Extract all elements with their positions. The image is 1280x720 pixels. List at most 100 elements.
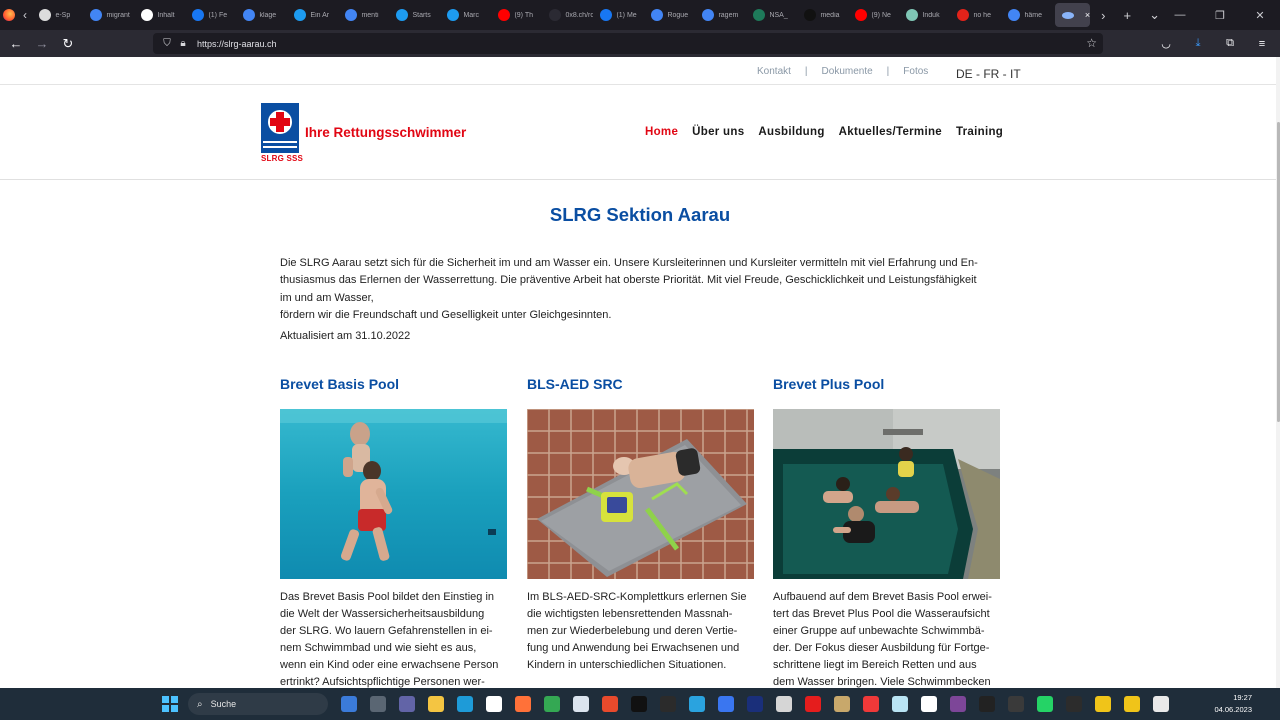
tab[interactable]: klage [236,0,287,30]
libs-icon[interactable] [827,688,856,720]
signal-icon[interactable] [711,688,740,720]
tab[interactable]: media [797,0,848,30]
card-description: Aufbauend auf dem Brevet Basis Pool erwe… [773,589,1000,688]
nav-home[interactable]: Home [645,126,678,138]
firefox-menu-icon[interactable] [0,0,18,30]
link-kontakt[interactable]: Kontakt [757,66,791,77]
app-blue-icon[interactable] [740,688,769,720]
tab-favicon [141,9,154,21]
tab[interactable]: 0x8.ch/roll [542,0,593,30]
edge-icon[interactable] [450,688,479,720]
tab[interactable]: NSA_ [746,0,797,30]
tab[interactable]: (9) Th [491,0,542,30]
tab[interactable]: Marc [440,0,491,30]
tab[interactable]: (1) Fe [185,0,236,30]
messenger-icon[interactable] [566,688,595,720]
card-title[interactable]: Brevet Plus Pool [773,376,1000,392]
explorer-icon[interactable] [421,688,450,720]
bookmark-star-icon[interactable]: ☆ [1086,36,1097,50]
link-fotos[interactable]: Fotos [903,66,928,77]
underwater-swimmers-photo[interactable] [280,409,507,579]
live-icon[interactable] [653,688,682,720]
back-icon[interactable]: ← [4,32,28,56]
tab-scroll-left-icon[interactable]: ‹ [18,8,33,22]
minimize-icon[interactable]: — [1160,0,1200,30]
tab[interactable]: migrant [83,0,134,30]
vivaldi-icon[interactable] [856,688,885,720]
forward-icon[interactable]: → [30,32,54,56]
tab[interactable]: Inhalt [134,0,185,30]
tab-list-button[interactable]: ⌄ [1149,7,1160,23]
nav-ueber-uns[interactable]: Über uns [692,126,744,138]
app-red-icon[interactable] [595,688,624,720]
app-cloud-icon[interactable] [885,688,914,720]
lock-icon[interactable]: 🔒︎ [175,38,191,49]
tab-title: (1) Fe [208,11,228,19]
tab-scroll-right-icon[interactable]: › [1101,8,1105,23]
shield-icon[interactable]: ⛉ [159,38,175,49]
site-logo[interactable]: SLRG SSS Ihre Rettungsschwimmer [261,103,466,163]
taskbar-search[interactable]: ⌕ Suche [188,693,328,715]
app-w-icon[interactable] [972,688,1001,720]
nav-aktuelles-termine[interactable]: Aktuelles/Termine [839,126,942,138]
app-yellow-2-icon[interactable] [1117,688,1146,720]
tab[interactable]: e-Sp [32,0,83,30]
close-window-icon[interactable]: ✕ [1240,0,1280,30]
telegram-icon[interactable] [682,688,711,720]
tab-title: häme [1024,11,1042,19]
pool-rescue-photo[interactable] [773,409,1000,579]
reload-icon[interactable]: ↻ [56,32,80,56]
app-white-icon[interactable] [769,688,798,720]
terminal-icon[interactable] [1059,688,1088,720]
tab-close-icon[interactable]: × [1085,10,1090,20]
copilot-icon[interactable] [334,688,363,720]
url-text[interactable]: https://slrg-aarau.ch [197,39,277,49]
intro-text: Die SLRG Aarau setzt sich für die Sicher… [280,255,1000,324]
nav-ausbildung[interactable]: Ausbildung [758,126,824,138]
tab[interactable]: (1) Me [593,0,644,30]
card-line: wenn ein Kind oder eine erwachsene Perso… [280,659,499,671]
language-switcher[interactable]: DE - FR - IT [956,67,1021,81]
extensions-icon[interactable]: ⧉ [1218,32,1242,56]
tab[interactable]: (9) Ne [848,0,899,30]
tab[interactable]: Ein Ar [287,0,338,30]
app-shield-icon[interactable] [1001,688,1030,720]
new-tab-button[interactable]: + [1124,8,1132,23]
card-title[interactable]: BLS-AED SRC [527,376,754,392]
firefox-icon[interactable] [508,688,537,720]
tab[interactable]: Induk [899,0,950,30]
tab[interactable]: menti [338,0,389,30]
app-dark-icon[interactable] [624,688,653,720]
tor-icon[interactable] [943,688,972,720]
tab[interactable]: ragem [695,0,746,30]
app-yellow-1-icon[interactable] [1088,688,1117,720]
separator: | [886,66,890,77]
whatsapp-icon[interactable] [1030,688,1059,720]
tab-active[interactable]: Ho × [1055,3,1091,27]
restore-icon[interactable]: ❐ [1200,0,1240,30]
pocket-icon[interactable]: ◡ [1154,32,1178,56]
card-brevet-plus-pool: Brevet Plus Pool Aufbauend auf dem Breve… [773,376,1000,688]
store-icon[interactable] [479,688,508,720]
app-k-icon[interactable] [914,688,943,720]
tab[interactable]: häme [1001,0,1052,30]
notepad-icon[interactable] [1146,688,1175,720]
link-dokumente[interactable]: Dokumente [822,66,873,77]
task-view-icon[interactable] [363,688,392,720]
system-clock[interactable]: 19:27 04.06.2023 [1214,692,1252,716]
chrome-icon[interactable] [537,688,566,720]
app-tile-icon[interactable] [798,688,827,720]
downloads-icon[interactable]: ⤓ [1186,32,1210,56]
start-button-icon[interactable] [162,696,178,712]
page-scrollbar[interactable] [1276,57,1280,688]
tab[interactable]: Rogue [644,0,695,30]
tab[interactable]: no he [950,0,1001,30]
url-bar[interactable]: ⛉ 🔒︎ https://slrg-aarau.ch ☆ [153,33,1103,54]
cpr-training-photo[interactable] [527,409,754,579]
teams-icon[interactable] [392,688,421,720]
card-title[interactable]: Brevet Basis Pool [280,376,507,392]
menu-icon[interactable]: ≡ [1250,32,1274,56]
tab-favicon [243,9,256,21]
tab[interactable]: Starts [389,0,440,30]
nav-training[interactable]: Training [956,126,1003,138]
